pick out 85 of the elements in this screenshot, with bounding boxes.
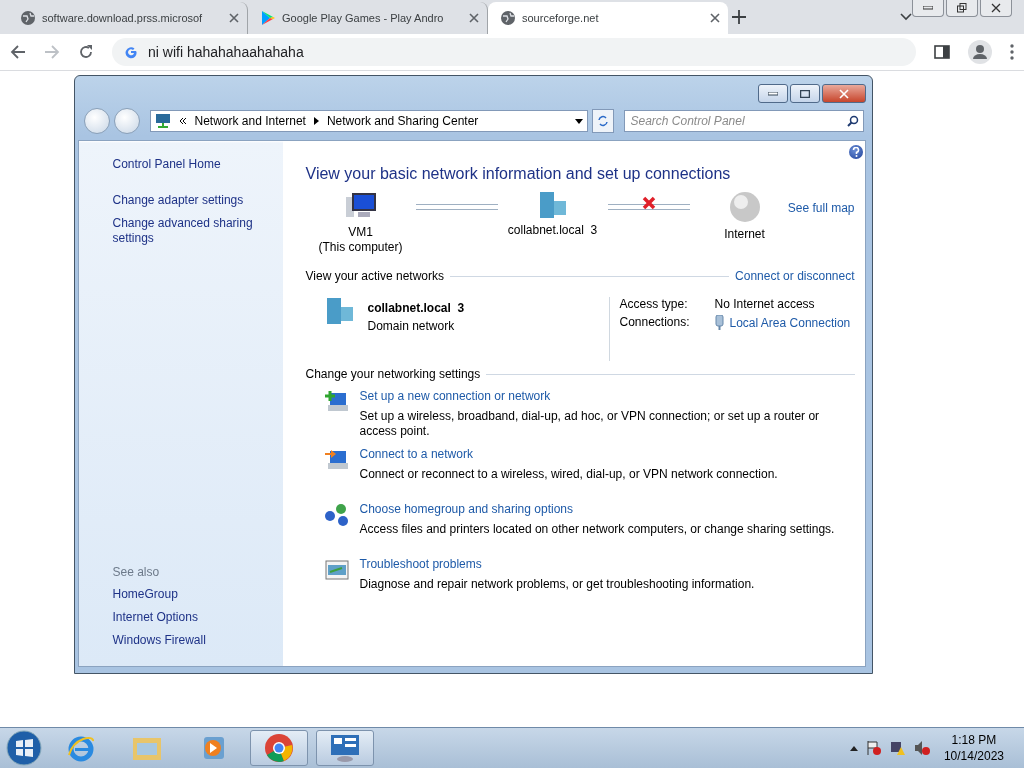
help-icon[interactable] xyxy=(848,145,863,159)
sidebar-link[interactable]: Internet Options xyxy=(112,610,283,625)
search-field[interactable]: Search Control Panel xyxy=(623,110,864,132)
task-description: Diagnose and repair network problems, or get troubleshooting information. xyxy=(359,577,756,592)
new-tab-icon[interactable] xyxy=(732,10,746,24)
profile-icon[interactable] xyxy=(968,40,992,64)
triangle-right-icon[interactable] xyxy=(313,117,319,125)
access-type-value: No Internet access xyxy=(714,297,816,311)
minimize-icon xyxy=(923,6,933,10)
section-heading: View your active networks xyxy=(305,269,444,283)
minimize-button[interactable] xyxy=(757,84,788,103)
chevron-double-left-icon[interactable] xyxy=(178,117,187,125)
breadcrumb-bar[interactable]: Network and Internet Network and Sharing Center xyxy=(149,110,588,132)
play-icon xyxy=(260,10,276,26)
section-heading: Change your networking settings xyxy=(305,367,481,381)
taskbar-button[interactable] xyxy=(316,730,374,766)
chevron-down-icon[interactable] xyxy=(900,13,912,21)
task-link[interactable]: Set up a new connection or network xyxy=(359,389,855,404)
search-icon[interactable] xyxy=(846,115,859,127)
troubleshoot-icon xyxy=(323,557,350,583)
local-area-connection-link[interactable]: Local Area Connection xyxy=(729,315,851,330)
node-label[interactable]: collabnet.local 3 xyxy=(507,223,598,238)
network-icon xyxy=(154,113,171,129)
close-icon[interactable] xyxy=(469,13,479,23)
address-bar[interactable]: ni wifi hahahahaahahaha xyxy=(112,38,916,66)
taskbar-button[interactable] xyxy=(250,730,308,766)
homegroup-icon xyxy=(323,502,350,528)
start-button[interactable] xyxy=(4,729,44,767)
sidebar-link[interactable]: HomeGroup xyxy=(112,587,283,602)
connections-label: Connections: xyxy=(619,315,691,330)
task-link[interactable]: Troubleshoot problems xyxy=(359,557,855,572)
refresh-icon xyxy=(596,115,609,127)
restore-icon xyxy=(957,3,967,13)
flag-icon[interactable] xyxy=(865,740,882,756)
breadcrumb[interactable]: Network and Sharing Center xyxy=(326,114,479,128)
sidebar-link[interactable]: Change advanced sharing settings xyxy=(112,216,283,246)
sidebar-link[interactable]: Change adapter settings xyxy=(112,193,283,208)
chrome-icon[interactable] xyxy=(264,733,294,763)
network-name: collabnet.local 3 xyxy=(367,301,465,315)
close-icon[interactable] xyxy=(229,13,239,23)
task-link[interactable]: Choose homegroup and sharing options xyxy=(359,502,855,517)
show-hidden-icons-icon[interactable] xyxy=(849,745,858,751)
clock-date[interactable]: 10/14/2023 xyxy=(943,748,1004,764)
task-description: Access files and printers located on other network computers, or change sharing settings. xyxy=(359,522,836,537)
node-label[interactable]: VM1 xyxy=(348,225,373,240)
back-icon[interactable] xyxy=(10,44,26,60)
globe-icon xyxy=(728,191,761,223)
network-warning-icon[interactable] xyxy=(889,740,906,756)
refresh-button[interactable] xyxy=(591,109,614,133)
close-icon[interactable] xyxy=(710,13,720,23)
reload-icon[interactable] xyxy=(78,44,94,60)
node-label[interactable]: Internet xyxy=(724,227,765,242)
control-panel-icon[interactable] xyxy=(329,733,361,763)
speaker-muted-icon[interactable] xyxy=(913,740,930,756)
menu-icon[interactable] xyxy=(1010,44,1014,60)
close-button[interactable] xyxy=(980,0,1012,17)
access-type-label: Access type: xyxy=(619,297,689,311)
disconnected-icon xyxy=(641,196,656,210)
address-text: ni wifi hahahahaahahaha xyxy=(148,44,304,60)
restore-button[interactable] xyxy=(946,0,978,17)
maximize-button[interactable] xyxy=(789,84,820,103)
see-full-map-link[interactable]: See full map xyxy=(787,201,855,215)
connect-or-disconnect-link[interactable]: Connect or disconnect xyxy=(735,269,855,283)
sidebar-link[interactable]: Windows Firewall xyxy=(112,633,283,648)
node-sublabel: (This computer) xyxy=(318,240,403,255)
network-type[interactable]: Domain network xyxy=(367,319,465,333)
maximize-icon xyxy=(799,89,810,98)
minimize-icon xyxy=(767,91,778,96)
sidebar-link[interactable]: Control Panel Home xyxy=(112,157,283,172)
dropdown-icon[interactable] xyxy=(574,118,583,124)
page-title: View your basic network information and set up connections xyxy=(305,165,732,183)
clock-time[interactable]: 1:18 PM xyxy=(951,732,997,748)
breadcrumb[interactable]: Network and Internet xyxy=(194,114,306,128)
globe-icon xyxy=(500,10,516,26)
task-description: Set up a wireless, broadband, dial-up, ad hoc, or VPN connection; or set up a router or access point. xyxy=(359,409,821,439)
task-link[interactable]: Connect to a network xyxy=(359,447,855,462)
browser-tab[interactable]: sourceforge.net xyxy=(488,2,728,34)
browser-tab[interactable]: software.download.prss.microsof xyxy=(8,2,248,34)
globe-icon xyxy=(20,10,36,26)
see-also-label: See also xyxy=(112,565,161,579)
close-icon xyxy=(991,3,1001,13)
task-description: Connect or reconnect to a wireless, wired, dial-up, or VPN network connection. xyxy=(359,467,779,482)
ethernet-icon xyxy=(714,315,724,330)
google-icon xyxy=(124,45,138,59)
side-panel-icon[interactable] xyxy=(934,44,950,60)
